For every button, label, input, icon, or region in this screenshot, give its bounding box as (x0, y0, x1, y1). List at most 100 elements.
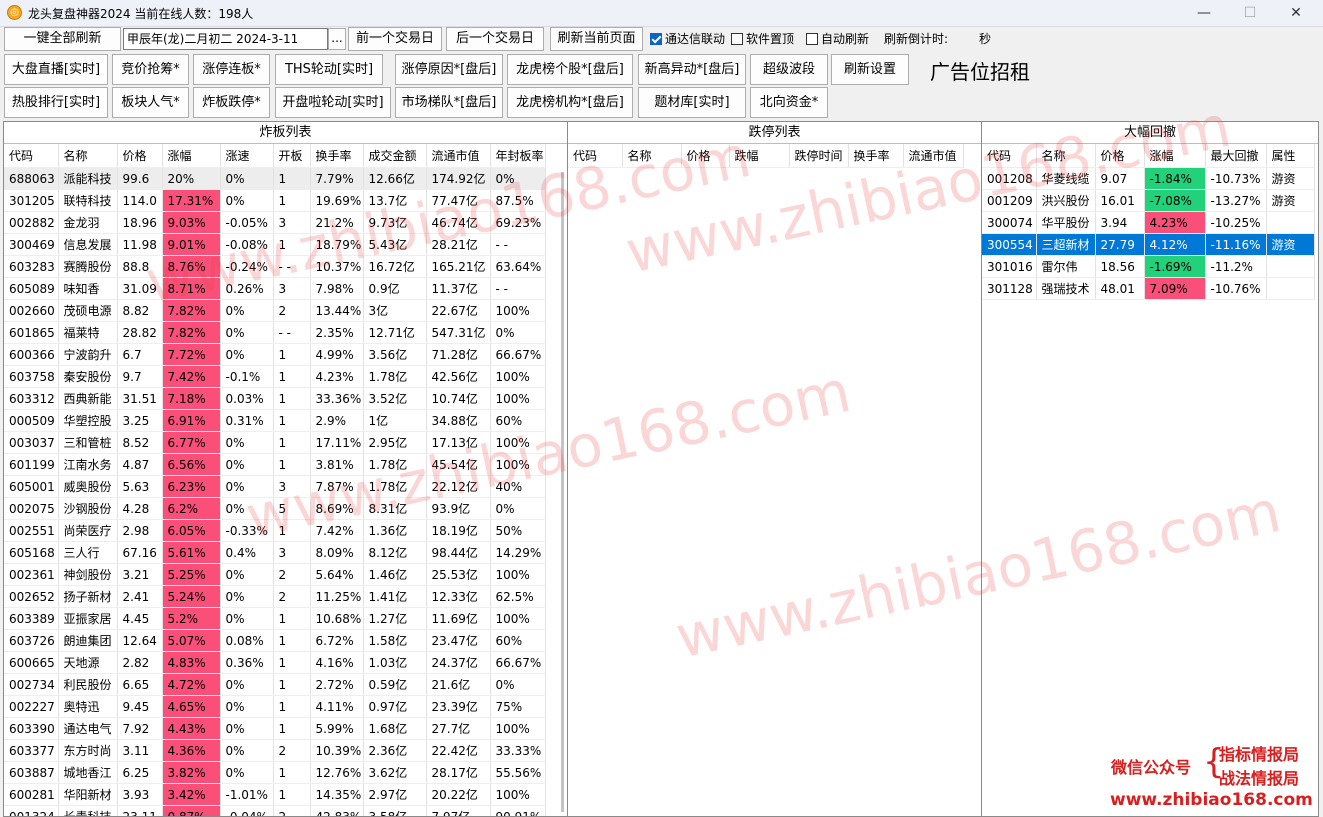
nav-button[interactable]: 热股排行[实时] (4, 87, 108, 118)
table-row[interactable]: 002361 神剑股份 3.21 5.25% 0% 2 5.64% 1.46亿 25.53亿 10… (4, 563, 546, 586)
nav-button[interactable]: 龙虎榜机构*[盘后] (507, 87, 633, 118)
table-cell: -13.27% (1205, 189, 1267, 212)
table-row[interactable]: 002652 扬子新材 2.41 5.24% 0% 2 11.25% 1.41亿 12.33亿 6… (4, 585, 546, 608)
column-header[interactable]: 名称 (58, 144, 118, 168)
nav-button[interactable]: 超级波段 (750, 54, 828, 85)
table-row[interactable]: 605001 威奥股份 5.63 6.23% 0% 3 7.87% 1.78亿 22.12亿 40… (4, 475, 546, 498)
table-row[interactable]: 001209 洪兴股份 16.01 -7.08% -13.27% 游资 (982, 189, 1315, 212)
table-row[interactable]: 603887 城地香江 6.25 3.82% 0% 1 12.76% 3.62亿 28.17亿 5… (4, 761, 546, 784)
nav-button[interactable]: 北向资金* (750, 87, 828, 118)
table-cell: 003037 (4, 431, 59, 454)
table-row[interactable]: 003037 三和管桩 8.52 6.77% 0% 1 17.11% 2.95亿 17.13亿 1… (4, 431, 546, 454)
column-header[interactable]: 换手率 (848, 144, 904, 168)
column-header[interactable]: 代码 (568, 144, 623, 168)
column-header[interactable]: 跌停时间 (789, 144, 849, 168)
table-row[interactable]: 002075 沙钢股份 4.28 6.2% 0% 5 8.69% 8.31亿 93.9亿 0% (4, 497, 546, 520)
nav-button[interactable]: 涨停原因*[盘后] (395, 54, 503, 85)
refresh-page-button[interactable]: 刷新当前页面 (550, 27, 643, 51)
column-header[interactable]: 涨速 (220, 144, 274, 168)
nav-button[interactable]: 炸板跌停* (193, 87, 270, 118)
table-row[interactable]: 603726 朗迪集团 12.64 5.07% 0.08% 1 6.72% 1.58亿 23.4… (4, 629, 546, 652)
table-row[interactable]: 001208 华菱线缆 9.07 -1.84% -10.73% 游资 (982, 167, 1315, 190)
table-row[interactable]: 601865 福莱特 28.82 7.82% 0% - -2.35% 12.71亿 547.3… (4, 321, 546, 344)
column-header[interactable]: 最大回撤 (1205, 144, 1267, 168)
refresh-all-button[interactable]: 一键全部刷新 (4, 27, 121, 51)
table-row[interactable]: 002551 尚荣医疗 2.98 6.05% -0.33% 1 7.42% 1.36亿 18.1… (4, 519, 546, 542)
table-row[interactable]: 001324 长青科技 23.11 0.87% -0.04% 2 42.83% 3.58亿 7.… (4, 805, 546, 816)
checkbox-unchecked-icon[interactable] (806, 33, 818, 45)
table-row[interactable]: 300554 三超新材 27.79 4.12% -11.16% 游资 (982, 233, 1315, 256)
table-row[interactable]: 301128 强瑞技术 48.01 7.09% -10.76% (982, 277, 1315, 300)
close-button[interactable]: ✕ (1273, 0, 1319, 26)
column-header[interactable]: 价格 (117, 144, 163, 168)
checkbox-unchecked-icon[interactable] (731, 33, 743, 45)
table-row[interactable]: 301205 联特科技 114.0 17.31% 0% 1 19.69% 13.7亿 77.47… (4, 189, 546, 212)
table-row[interactable]: 600665 天地源 2.82 4.83% 0.36% 1 4.16% 1.03亿 24.37亿… (4, 651, 546, 674)
nav-button[interactable]: 竞价抢筹* (112, 54, 189, 85)
vertical-scrollbar[interactable] (561, 172, 564, 812)
column-header[interactable]: 代码 (982, 144, 1037, 168)
minimize-button[interactable]: — (1181, 0, 1227, 26)
nav-button[interactable]: 开盘啦轮动[实时] (275, 87, 391, 118)
checkbox-checked-icon[interactable] (650, 33, 662, 45)
nav-button[interactable]: 涨停连板* (193, 54, 270, 85)
table-row[interactable]: 605089 味知香 31.09 8.71% 0.26% 3 7.98% 0.9亿 11.37亿… (4, 277, 546, 300)
table-row[interactable]: 002660 茂硕电源 8.82 7.82% 0% 2 13.44% 3亿 22.67亿 100% (4, 299, 546, 322)
auto-refresh-checkbox[interactable]: 自动刷新 (806, 31, 869, 47)
maximize-button[interactable]: ☐ (1227, 0, 1273, 26)
table-row[interactable]: 600281 华阳新材 3.93 3.42% -1.01% 1 14.35% 2.97亿 20.… (4, 783, 546, 806)
nav-button[interactable]: 大盘直播[实时] (4, 54, 108, 85)
table-row[interactable]: 002882 金龙羽 18.96 9.03% -0.05% 3 21.2% 9.73亿 46.7… (4, 211, 546, 234)
table-cell: 22.67亿 (426, 299, 491, 322)
column-header[interactable]: 开板 (273, 144, 311, 168)
next-trading-day-button[interactable]: 后一个交易日 (446, 27, 544, 51)
nav-button[interactable]: 市场梯队*[盘后] (395, 87, 503, 118)
table-row[interactable]: 688063 派能科技 99.6 20% 0% 1 7.79% 12.66亿 174.92亿 0% (4, 167, 546, 190)
table-row[interactable]: 603377 东方时尚 3.11 4.36% 0% 2 10.39% 2.36亿 22.42亿 3… (4, 739, 546, 762)
column-header[interactable]: 代码 (4, 144, 59, 168)
table-row[interactable]: 603758 秦安股份 9.7 7.42% -0.1% 1 4.23% 1.78亿 42.56亿… (4, 365, 546, 388)
nav-button[interactable]: 新高异动*[盘后] (638, 54, 746, 85)
column-header[interactable]: 属性 (1266, 144, 1315, 168)
date-field[interactable]: 甲辰年(龙)二月初二 2024-3-11 (123, 28, 328, 50)
column-header[interactable]: 价格 (681, 144, 730, 168)
date-picker-button[interactable]: ... (328, 28, 346, 50)
column-header[interactable]: 流通市值 (426, 144, 491, 168)
table-row[interactable]: 603283 赛腾股份 88.8 8.76% -0.24% - -10.37% 16.72亿… (4, 255, 546, 278)
column-header[interactable]: 涨幅 (162, 144, 221, 168)
column-header[interactable]: 名称 (1036, 144, 1096, 168)
table-cell: 强瑞技术 (1036, 277, 1096, 300)
column-header[interactable]: 价格 (1095, 144, 1145, 168)
column-header[interactable]: 跌幅 (729, 144, 790, 168)
table-cell: 23.11 (117, 805, 163, 816)
nav-button[interactable]: 题材库[实时] (638, 87, 746, 118)
column-header[interactable]: 流通市值 (903, 144, 964, 168)
tdx-link-checkbox[interactable]: 通达信联动 (650, 31, 725, 47)
table-row[interactable]: 002227 奥特迅 9.45 4.65% 0% 1 4.11% 0.97亿 23.39亿 75% (4, 695, 546, 718)
nav-button[interactable]: 刷新设置 (831, 54, 909, 85)
table-cell: 12.33亿 (426, 585, 491, 608)
table-row[interactable]: 603312 西典新能 31.51 7.18% 0.03% 1 33.36% 3.52亿 10.… (4, 387, 546, 410)
table-row[interactable]: 600366 宁波韵升 6.7 7.72% 0% 1 4.99% 3.56亿 71.28亿 66.… (4, 343, 546, 366)
table-row[interactable]: 603390 通达电气 7.92 4.43% 0% 1 5.99% 1.68亿 27.7亿 100… (4, 717, 546, 740)
table-row[interactable]: 601199 江南水务 4.87 6.56% 0% 1 3.81% 1.78亿 45.54亿 10… (4, 453, 546, 476)
column-header[interactable]: 年封板率 (490, 144, 546, 168)
table-row[interactable]: 000509 华塑控股 3.25 6.91% 0.31% 1 2.9% 1亿 34.88亿 60% (4, 409, 546, 432)
table-row[interactable]: 301016 雷尔伟 18.56 -1.69% -11.2% (982, 255, 1315, 278)
column-header[interactable]: 成交金额 (363, 144, 427, 168)
column-header[interactable]: 名称 (622, 144, 682, 168)
nav-button[interactable]: THS轮动[实时] (275, 54, 383, 85)
table-row[interactable]: 002734 利民股份 6.65 4.72% 0% 1 2.72% 0.59亿 21.6亿 0% (4, 673, 546, 696)
table-row[interactable]: 603389 亚振家居 4.45 5.2% 0% 1 10.68% 1.27亿 11.69亿 10… (4, 607, 546, 630)
column-header[interactable]: 换手率 (310, 144, 364, 168)
table-row[interactable]: 300469 信息发展 11.98 9.01% -0.08% 1 18.79% 5.43亿 28… (4, 233, 546, 256)
column-header[interactable]: 涨幅 (1144, 144, 1206, 168)
table-row[interactable]: 605168 三人行 67.16 5.61% 0.4% 3 8.09% 8.12亿 98.44亿… (4, 541, 546, 564)
table-row[interactable]: 300074 华平股份 3.94 4.23% -10.25% (982, 211, 1315, 234)
nav-button[interactable]: 板块人气* (112, 87, 189, 118)
pin-top-checkbox[interactable]: 软件置顶 (731, 31, 794, 47)
prev-trading-day-button[interactable]: 前一个交易日 (348, 27, 442, 51)
nav-button[interactable]: 龙虎榜个股*[盘后] (507, 54, 633, 85)
table-cell: 300554 (982, 233, 1037, 256)
table-cell: -11.2% (1205, 255, 1267, 278)
